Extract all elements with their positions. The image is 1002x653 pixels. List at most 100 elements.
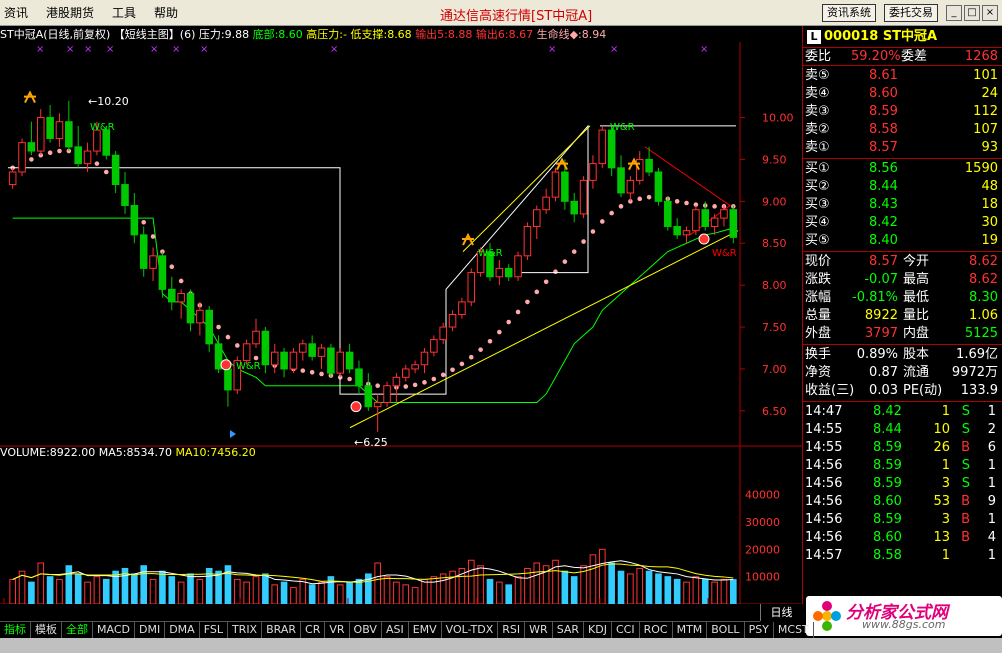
news-system-button[interactable]: 资讯系统 [822, 4, 876, 22]
trade-order-button[interactable]: 委托交易 [884, 4, 938, 22]
candle-body[interactable] [327, 347, 335, 374]
candle-body[interactable] [720, 209, 728, 219]
candle-body[interactable] [617, 167, 625, 194]
candle-body[interactable] [36, 117, 45, 152]
candle-body[interactable] [186, 293, 195, 324]
tab-指标[interactable]: 指标 [0, 622, 31, 638]
candle-body[interactable] [130, 205, 139, 236]
volume-bar[interactable] [711, 581, 718, 604]
minimize-icon[interactable]: _ [946, 5, 962, 21]
volume-bar[interactable] [627, 573, 634, 604]
volume-bar[interactable] [439, 573, 447, 604]
volume-bar[interactable] [187, 573, 194, 604]
candle-body[interactable] [458, 301, 466, 315]
candle-body[interactable] [168, 288, 176, 303]
candle-body[interactable] [551, 171, 560, 198]
volume-bar[interactable] [65, 565, 73, 604]
candle-body[interactable] [280, 351, 288, 370]
candle-body[interactable] [729, 209, 738, 238]
candle-body[interactable] [504, 267, 513, 278]
volume-bar[interactable] [308, 584, 316, 604]
candle-body[interactable] [355, 368, 363, 387]
volume-bar[interactable] [617, 570, 625, 604]
volume-bar[interactable] [336, 584, 344, 604]
volume-bar[interactable] [393, 581, 400, 604]
candle-body[interactable] [93, 129, 101, 152]
candle-body[interactable] [345, 351, 354, 370]
volume-bar[interactable] [149, 578, 157, 604]
candle-body[interactable] [392, 376, 401, 387]
volume-bar[interactable] [692, 576, 700, 604]
volume-bar[interactable] [570, 576, 578, 604]
volume-bar[interactable] [449, 570, 456, 604]
menu-hk-futures[interactable]: 港股期货 [46, 4, 94, 21]
volume-bar[interactable] [608, 562, 615, 604]
candle-body[interactable] [242, 343, 251, 362]
volume-bar[interactable] [467, 559, 475, 604]
candle-body[interactable] [373, 401, 382, 408]
tab-dma[interactable]: DMA [165, 622, 200, 638]
volume-bar[interactable] [299, 578, 307, 604]
candle-body[interactable] [252, 330, 260, 345]
close-icon[interactable]: × [982, 5, 998, 21]
candle-body[interactable] [561, 171, 569, 202]
volume-bar[interactable] [37, 562, 45, 604]
tab-mcst[interactable]: MCST [774, 622, 814, 638]
candle-body[interactable] [196, 309, 204, 324]
tab-cci[interactable]: CCI [612, 622, 640, 638]
volume-bar[interactable] [9, 578, 16, 604]
tab-dmi[interactable]: DMI [135, 622, 166, 638]
volume-bar[interactable] [383, 576, 391, 604]
candle-body[interactable] [8, 171, 17, 186]
volume-bar[interactable] [683, 581, 690, 604]
candle-body[interactable] [289, 351, 298, 370]
candle-body[interactable] [111, 154, 120, 186]
tab-macd[interactable]: MACD [93, 622, 135, 638]
tab-mtm[interactable]: MTM [673, 622, 708, 638]
volume-bar[interactable] [262, 573, 269, 604]
tab-cr[interactable]: CR [301, 622, 326, 638]
volume-bar[interactable] [46, 576, 54, 604]
kline-chart-area[interactable]: 10.00 9.50 9.00 8.50 8.00 7.50 7.00 6.50 40000 30… [0, 26, 802, 604]
tab-psy[interactable]: PSY [745, 622, 774, 638]
volume-bar[interactable] [243, 581, 250, 604]
tab-boll[interactable]: BOLL [707, 622, 745, 638]
volume-bar[interactable] [421, 578, 428, 604]
restore-icon[interactable]: □ [964, 5, 980, 21]
volume-bar[interactable] [524, 567, 531, 604]
candle-body[interactable] [701, 209, 710, 227]
tab-obv[interactable]: OBV [350, 622, 382, 638]
tab-kdj[interactable]: KDJ [584, 622, 612, 638]
candle-body[interactable] [139, 234, 148, 269]
period-label[interactable]: 日线 [760, 604, 802, 621]
tab-trix[interactable]: TRIX [228, 622, 263, 638]
volume-bar[interactable] [280, 581, 288, 604]
volume-bar[interactable] [84, 581, 91, 604]
volume-bar[interactable] [215, 570, 222, 604]
candle-body[interactable] [158, 255, 167, 290]
menu-help[interactable]: 帮助 [154, 4, 178, 21]
volume-bar[interactable] [290, 587, 297, 604]
candle-body[interactable] [607, 129, 616, 169]
candle-body[interactable] [121, 184, 129, 207]
candle-body[interactable] [645, 158, 653, 173]
volume-bar[interactable] [402, 584, 410, 604]
candle-body[interactable] [83, 150, 92, 165]
candle-body[interactable] [589, 163, 597, 181]
tab-rsi[interactable]: RSI [498, 622, 526, 638]
volume-bar[interactable] [673, 578, 681, 604]
volume-bar[interactable] [720, 578, 728, 604]
candle-body[interactable] [317, 347, 326, 357]
tab-brar[interactable]: BRAR [262, 622, 302, 638]
volume-bar[interactable] [701, 578, 709, 604]
volume-bar[interactable] [655, 573, 662, 604]
candle-body[interactable] [448, 313, 457, 328]
candle-body[interactable] [74, 146, 82, 165]
candle-body[interactable] [430, 339, 438, 353]
candle-body[interactable] [710, 217, 719, 227]
volume-bar[interactable] [252, 576, 260, 604]
candle-body[interactable] [542, 196, 550, 211]
tab-vr[interactable]: VR [325, 622, 350, 638]
candle-body[interactable] [149, 255, 157, 269]
volume-bar[interactable] [730, 579, 737, 604]
